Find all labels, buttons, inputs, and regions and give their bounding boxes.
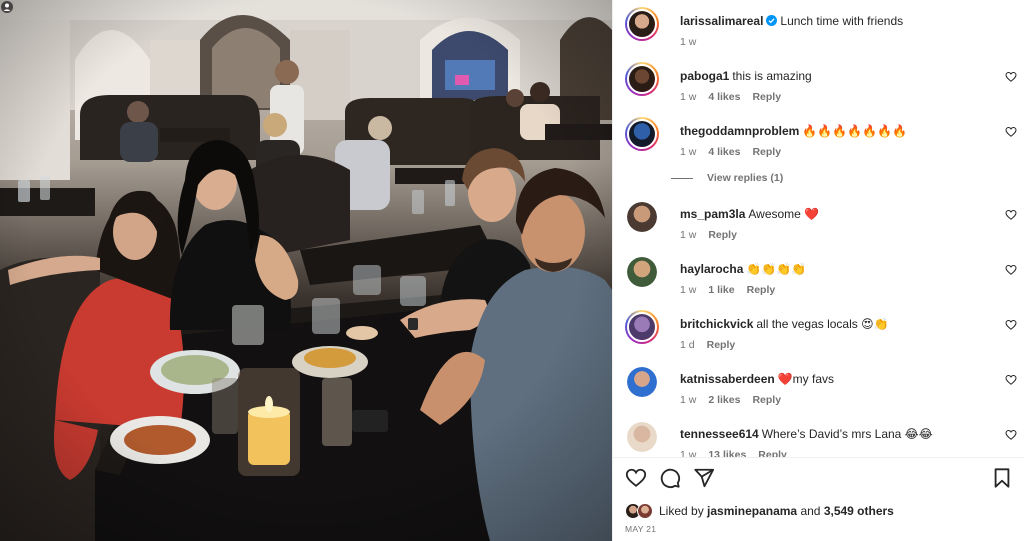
restaurant-photo-illustration [0, 0, 612, 541]
commenter-username[interactable]: haylarocha [680, 262, 743, 276]
comment-item: haylarocha 👏👏👏👏 1 w 1 like Reply [625, 255, 1017, 296]
comment-age: 1 w [680, 394, 697, 406]
heart-outline-icon[interactable] [1005, 209, 1017, 221]
reply-button[interactable]: Reply [752, 146, 781, 158]
commenter-avatar[interactable] [625, 310, 659, 344]
heart-outline-icon[interactable] [1005, 71, 1017, 83]
caption-text: Lunch time with friends [780, 14, 904, 28]
comment-text: all the vegas locals 😍👏 [756, 317, 889, 331]
comment-likes[interactable]: 2 likes [708, 394, 740, 406]
reply-button[interactable]: Reply [752, 394, 781, 406]
comments-panel: larissalimareal Lunch time with friends 1… [612, 0, 1024, 541]
post-photo[interactable] [0, 0, 612, 541]
liked-by-user[interactable]: jasminepanama [707, 504, 797, 518]
comment-item: tennessee614 Where’s David’s mrs Lana 😂😂 … [625, 420, 1017, 457]
share-icon[interactable] [693, 467, 715, 489]
comment-icon[interactable] [659, 467, 681, 489]
comment-item: paboga1 this is amazing 1 w 4 likes Reply [625, 62, 1017, 103]
comment-likes[interactable]: 1 like [708, 284, 734, 296]
comment-text: Where’s David’s mrs Lana 😂😂 [761, 427, 933, 441]
comment-item: thegoddamnproblem 🔥🔥🔥🔥🔥🔥🔥 1 w 4 likes Reply [625, 117, 1017, 158]
likes-count[interactable]: 3,549 others [824, 504, 894, 518]
comment-age: 1 w [680, 449, 697, 457]
divider [671, 177, 693, 179]
reply-button[interactable]: Reply [707, 339, 736, 351]
comment-age: 1 w [680, 146, 697, 158]
heart-outline-icon[interactable] [1005, 319, 1017, 331]
reply-button[interactable]: Reply [752, 91, 781, 103]
commenter-username[interactable]: paboga1 [680, 69, 729, 83]
commenter-avatar[interactable] [627, 422, 657, 452]
commenter-avatar[interactable] [627, 367, 657, 397]
heart-outline-icon[interactable] [1005, 429, 1017, 441]
liked-by-joiner: and [800, 504, 821, 518]
caption-age: 1 w [680, 36, 697, 48]
heart-icon[interactable] [625, 467, 647, 489]
author-avatar[interactable] [625, 7, 659, 41]
bookmark-icon[interactable] [991, 467, 1013, 489]
commenter-username[interactable]: thegoddamnproblem [680, 124, 799, 138]
comment-text: 👏👏👏👏 [746, 262, 807, 276]
commenter-avatar[interactable] [627, 257, 657, 287]
comment-text: ❤️my favs [777, 372, 834, 386]
heart-outline-icon[interactable] [1005, 264, 1017, 276]
comment-age: 1 d [680, 339, 695, 351]
reply-button[interactable]: Reply [708, 229, 737, 241]
heart-outline-icon[interactable] [1005, 126, 1017, 138]
comment-age: 1 w [680, 229, 697, 241]
commenter-avatar[interactable] [625, 117, 659, 151]
commenter-avatar[interactable] [625, 62, 659, 96]
post-actions: Liked by jasminepanama and 3,549 others … [613, 457, 1024, 541]
view-replies-link[interactable]: View replies (1) [671, 172, 783, 184]
comment-item: katnissaberdeen ❤️my favs 1 w 2 likes Reply [625, 365, 1017, 406]
commenter-username[interactable]: britchickvick [680, 317, 753, 331]
comment-age: 1 w [680, 284, 697, 296]
comment-item: ms_pam3la Awesome ❤️ 1 w Reply [625, 200, 1017, 241]
caption-meta: 1 w [680, 36, 708, 48]
commenter-username[interactable]: katnissaberdeen [680, 372, 775, 386]
heart-outline-icon[interactable] [1005, 374, 1017, 386]
commenter-username[interactable]: tennessee614 [680, 427, 759, 441]
commenter-username[interactable]: ms_pam3la [680, 207, 745, 221]
comment-likes[interactable]: 13 likes [708, 449, 746, 457]
comment-age: 1 w [680, 91, 697, 103]
comment-item: britchickvick all the vegas locals 😍👏 1 d… [625, 310, 1017, 351]
author-username[interactable]: larissalimareal [680, 14, 763, 28]
tagged-user-icon[interactable] [0, 0, 14, 14]
reply-button[interactable]: Reply [758, 449, 787, 457]
verified-badge-icon [766, 15, 778, 26]
liker-avatar [637, 503, 653, 519]
commenter-avatar[interactable] [627, 202, 657, 232]
post-caption: larissalimareal Lunch time with friends 1… [625, 7, 1017, 48]
comment-text: this is amazing [732, 69, 812, 83]
comment-likes[interactable]: 4 likes [708, 91, 740, 103]
comment-text: 🔥🔥🔥🔥🔥🔥🔥 [802, 124, 907, 138]
post-date[interactable]: MAY 21 [625, 524, 656, 534]
comments-list[interactable]: larissalimareal Lunch time with friends 1… [613, 0, 1024, 457]
reply-button[interactable]: Reply [747, 284, 776, 296]
comment-likes[interactable]: 4 likes [708, 146, 740, 158]
comment-text: Awesome ❤️ [748, 207, 820, 221]
liked-by-prefix: Liked by [659, 504, 704, 518]
